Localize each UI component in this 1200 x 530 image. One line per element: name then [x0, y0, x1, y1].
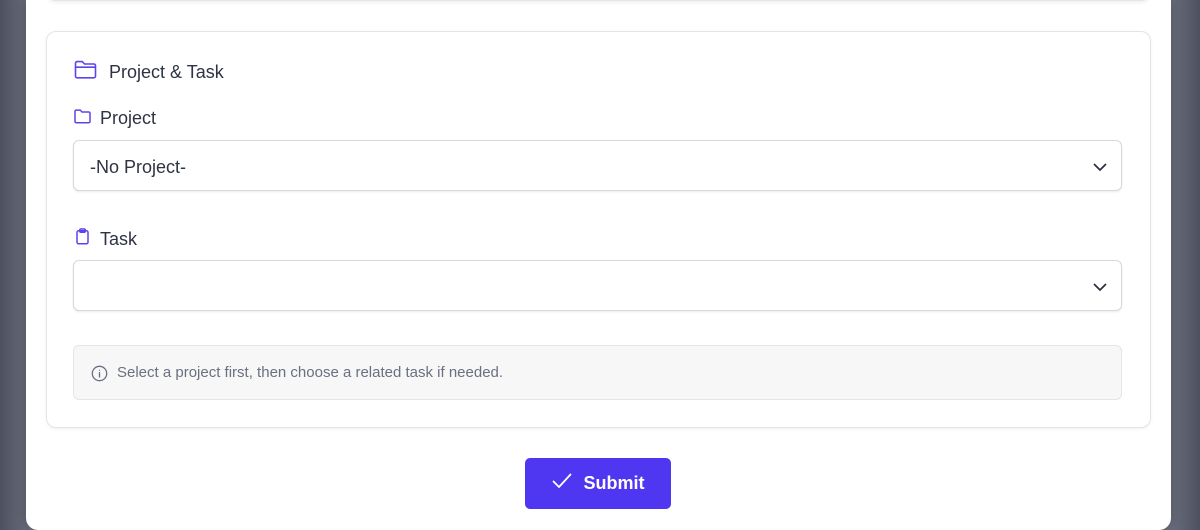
task-label: Task: [74, 228, 137, 250]
chevron-down-icon: [1093, 279, 1107, 297]
info-note: Select a project first, then choose a re…: [73, 345, 1122, 400]
project-task-card: Project & Task Project -No Project- Task…: [46, 31, 1151, 428]
section-header: Project & Task: [74, 60, 224, 85]
submit-button[interactable]: Submit: [525, 458, 671, 509]
folder-icon: [74, 108, 91, 129]
project-select[interactable]: -No Project-: [73, 140, 1122, 191]
project-select-value: -No Project-: [90, 157, 187, 177]
clipboard-icon: [74, 228, 91, 250]
previous-section-card: [46, 0, 1151, 1]
info-icon: [91, 365, 108, 387]
project-label: Project: [74, 108, 156, 129]
chevron-down-icon: [1093, 159, 1107, 177]
info-text: Select a project first, then choose a re…: [117, 364, 504, 381]
task-select[interactable]: [73, 260, 1122, 311]
modal-panel: Project & Task Project -No Project- Task…: [26, 0, 1171, 530]
check-icon: [552, 473, 572, 494]
task-label-text: Task: [100, 228, 138, 249]
submit-label: Submit: [583, 473, 645, 493]
folder-open-icon: [74, 60, 97, 85]
project-label-text: Project: [100, 108, 157, 128]
section-title: Project & Task: [109, 62, 224, 82]
